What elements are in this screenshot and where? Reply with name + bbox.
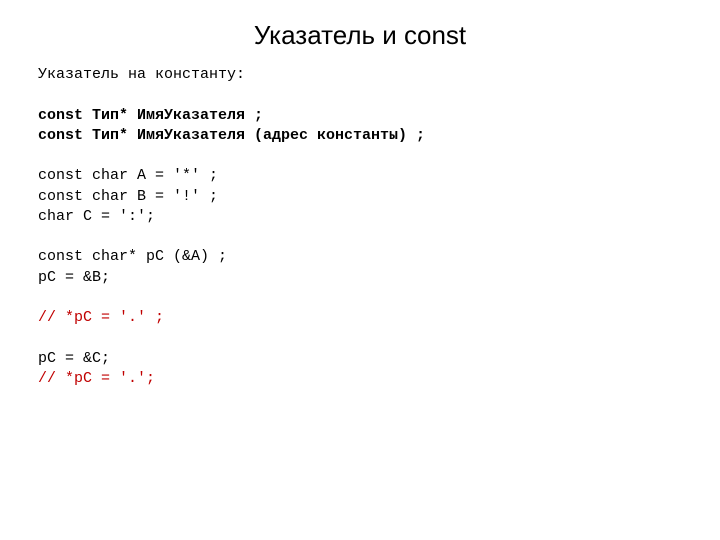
code-line: const Тип* ИмяУказателя ; xyxy=(38,107,263,124)
code-block: Указатель на константу: const Тип* ИмяУк… xyxy=(0,65,720,389)
code-line: const Тип* ИмяУказателя (адрес константы… xyxy=(38,127,425,144)
slide: Указатель и const Указатель на константу… xyxy=(0,0,720,540)
code-line: pC = &C; xyxy=(38,350,110,367)
code-line: const char B = '!' ; xyxy=(38,188,218,205)
code-line-comment: // *pC = '.'; xyxy=(38,370,155,387)
code-line: pC = &B; xyxy=(38,269,110,286)
code-line: const char A = '*' ; xyxy=(38,167,218,184)
code-line: const char* pC (&A) ; xyxy=(38,248,227,265)
code-line-comment: // *pC = '.' ; xyxy=(38,309,164,326)
code-line: char C = ':'; xyxy=(38,208,155,225)
slide-title: Указатель и const xyxy=(0,0,720,65)
code-line: Указатель на константу: xyxy=(38,66,245,83)
